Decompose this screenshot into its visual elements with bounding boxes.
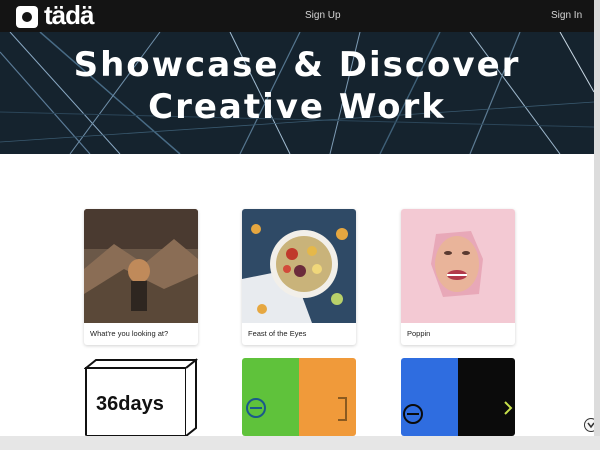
project-thumbnail: 36days	[84, 358, 198, 436]
project-card[interactable]	[401, 358, 515, 436]
hero-banner: Showcase & Discover Creative Work	[0, 32, 594, 154]
project-card[interactable]: Poppin	[401, 209, 515, 345]
project-thumbnail	[401, 209, 515, 323]
art-text-36days: 36days	[96, 393, 164, 415]
top-navigation-bar: tädä Sign Up Sign In	[0, 0, 594, 32]
project-thumbnail	[84, 209, 198, 323]
project-title: Feast of the Eyes	[248, 329, 307, 338]
project-thumbnail	[242, 209, 356, 323]
hero-headline-line-2: Creative Work	[148, 87, 446, 127]
chevron-down-icon	[587, 422, 594, 429]
window-bottom-edge	[0, 436, 600, 450]
project-thumbnail	[242, 358, 356, 436]
logo-mark-icon	[16, 6, 38, 28]
hero-headline: Showcase & Discover Creative Work	[0, 44, 594, 128]
scroll-down-button[interactable]	[584, 418, 594, 432]
browser-viewport: tädä Sign Up Sign In Showcase & Discover…	[0, 0, 594, 436]
project-title: Poppin	[407, 329, 431, 338]
project-card[interactable]: 36days	[84, 358, 198, 436]
tada-logo[interactable]: tädä	[16, 2, 94, 28]
project-thumbnail	[401, 358, 515, 436]
project-title: What're you looking at?	[90, 329, 169, 338]
sign-up-link[interactable]: Sign Up	[305, 10, 341, 21]
project-card[interactable]: What're you looking at?	[84, 209, 198, 345]
logo-text: tädä	[44, 0, 94, 30]
hero-headline-line-1: Showcase & Discover	[73, 45, 521, 85]
project-grid: What're you looking at? Feast of the Eye…	[0, 154, 594, 436]
sign-in-link[interactable]: Sign In	[551, 10, 582, 21]
project-card[interactable]	[242, 358, 356, 436]
window-edge	[594, 0, 600, 450]
project-card[interactable]: Feast of the Eyes	[242, 209, 356, 345]
